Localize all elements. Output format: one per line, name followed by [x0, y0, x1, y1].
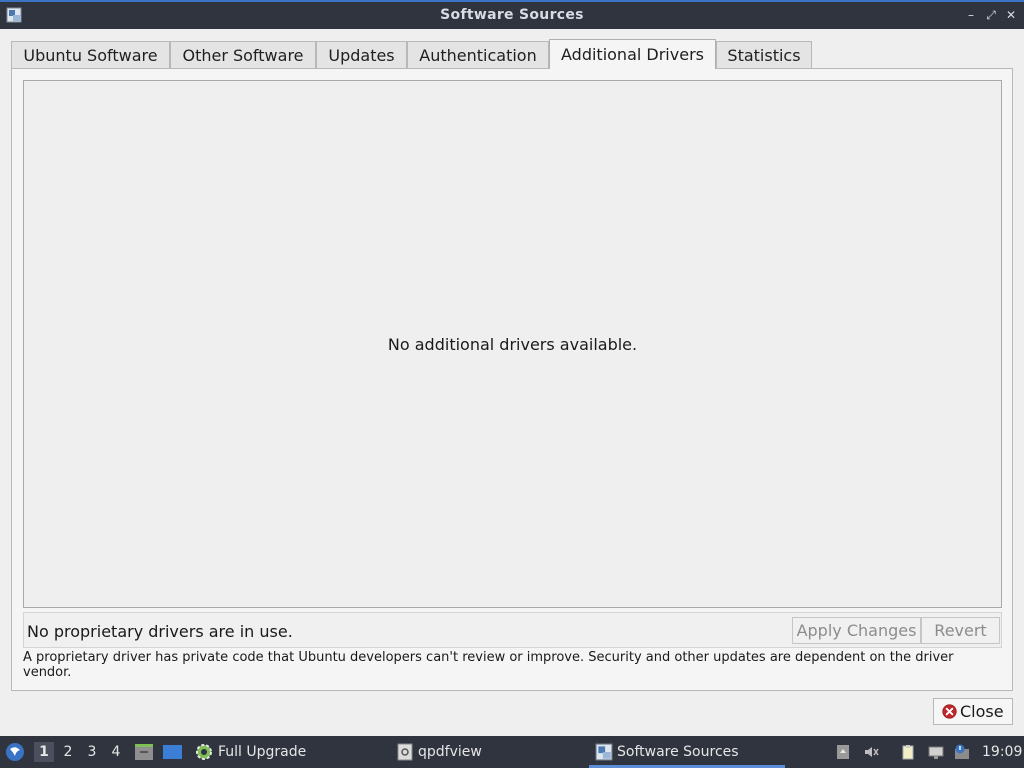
notification-icon[interactable] [954, 744, 970, 760]
revert-button[interactable]: Revert [921, 617, 1000, 644]
window-title: Software Sources [440, 7, 584, 23]
task-label: Full Upgrade [218, 744, 307, 760]
volume-muted-icon[interactable] [863, 744, 879, 760]
workspace-4[interactable]: 4 [106, 742, 126, 762]
tab-updates[interactable]: Updates [316, 41, 407, 68]
additional-drivers-panel: No additional drivers available. No prop… [11, 68, 1013, 691]
clock[interactable]: 19:09 [982, 736, 1022, 768]
taskbar: 1 2 3 4 Full Upgrade qpdfview Software S… [0, 736, 1024, 768]
tab-bar: Ubuntu Software Other Software Updates A… [11, 39, 1013, 69]
minimize-button[interactable]: – [963, 7, 979, 23]
file-manager-icon[interactable] [134, 743, 154, 761]
task-software-sources[interactable]: Software Sources [589, 736, 785, 768]
software-sources-icon [595, 743, 613, 761]
empty-drivers-message: No additional drivers available. [387, 335, 638, 354]
proprietary-driver-note: A proprietary driver has private code th… [23, 650, 954, 680]
tab-statistics[interactable]: Statistics [716, 41, 812, 68]
driver-status-row: No proprietary drivers are in use. Apply… [23, 612, 1002, 648]
clipboard-icon[interactable] [900, 744, 916, 760]
tab-additional-drivers[interactable]: Additional Drivers [549, 39, 716, 69]
tab-other-software[interactable]: Other Software [170, 41, 316, 68]
maximize-button[interactable]: ⤢ [983, 7, 999, 23]
start-menu-icon[interactable] [5, 742, 25, 762]
task-full-upgrade[interactable]: Full Upgrade [194, 736, 374, 768]
drivers-list[interactable]: No additional drivers available. [23, 80, 1002, 608]
network-icon[interactable] [928, 744, 944, 760]
gear-icon [196, 744, 212, 760]
workspace-2[interactable]: 2 [58, 742, 78, 762]
desktop-icon[interactable] [162, 743, 183, 761]
window-titlebar[interactable]: Software Sources – ⤢ ✕ [0, 0, 1024, 29]
close-button-label: Close [960, 702, 1004, 721]
tab-ubuntu-software[interactable]: Ubuntu Software [11, 41, 170, 68]
tab-authentication[interactable]: Authentication [407, 41, 549, 68]
apply-changes-button[interactable]: Apply Changes [792, 617, 921, 644]
updates-tray-icon[interactable] [835, 744, 851, 760]
close-button[interactable]: Close [933, 698, 1013, 725]
window-close-button[interactable]: ✕ [1003, 7, 1019, 23]
workspace-1[interactable]: 1 [34, 742, 54, 762]
task-label: Software Sources [617, 744, 739, 760]
task-label: qpdfview [418, 744, 482, 760]
document-icon [397, 743, 413, 761]
close-icon [942, 704, 957, 719]
driver-status-text: No proprietary drivers are in use. [27, 622, 293, 641]
workspace-3[interactable]: 3 [82, 742, 102, 762]
task-qpdfview[interactable]: qpdfview [396, 736, 576, 768]
